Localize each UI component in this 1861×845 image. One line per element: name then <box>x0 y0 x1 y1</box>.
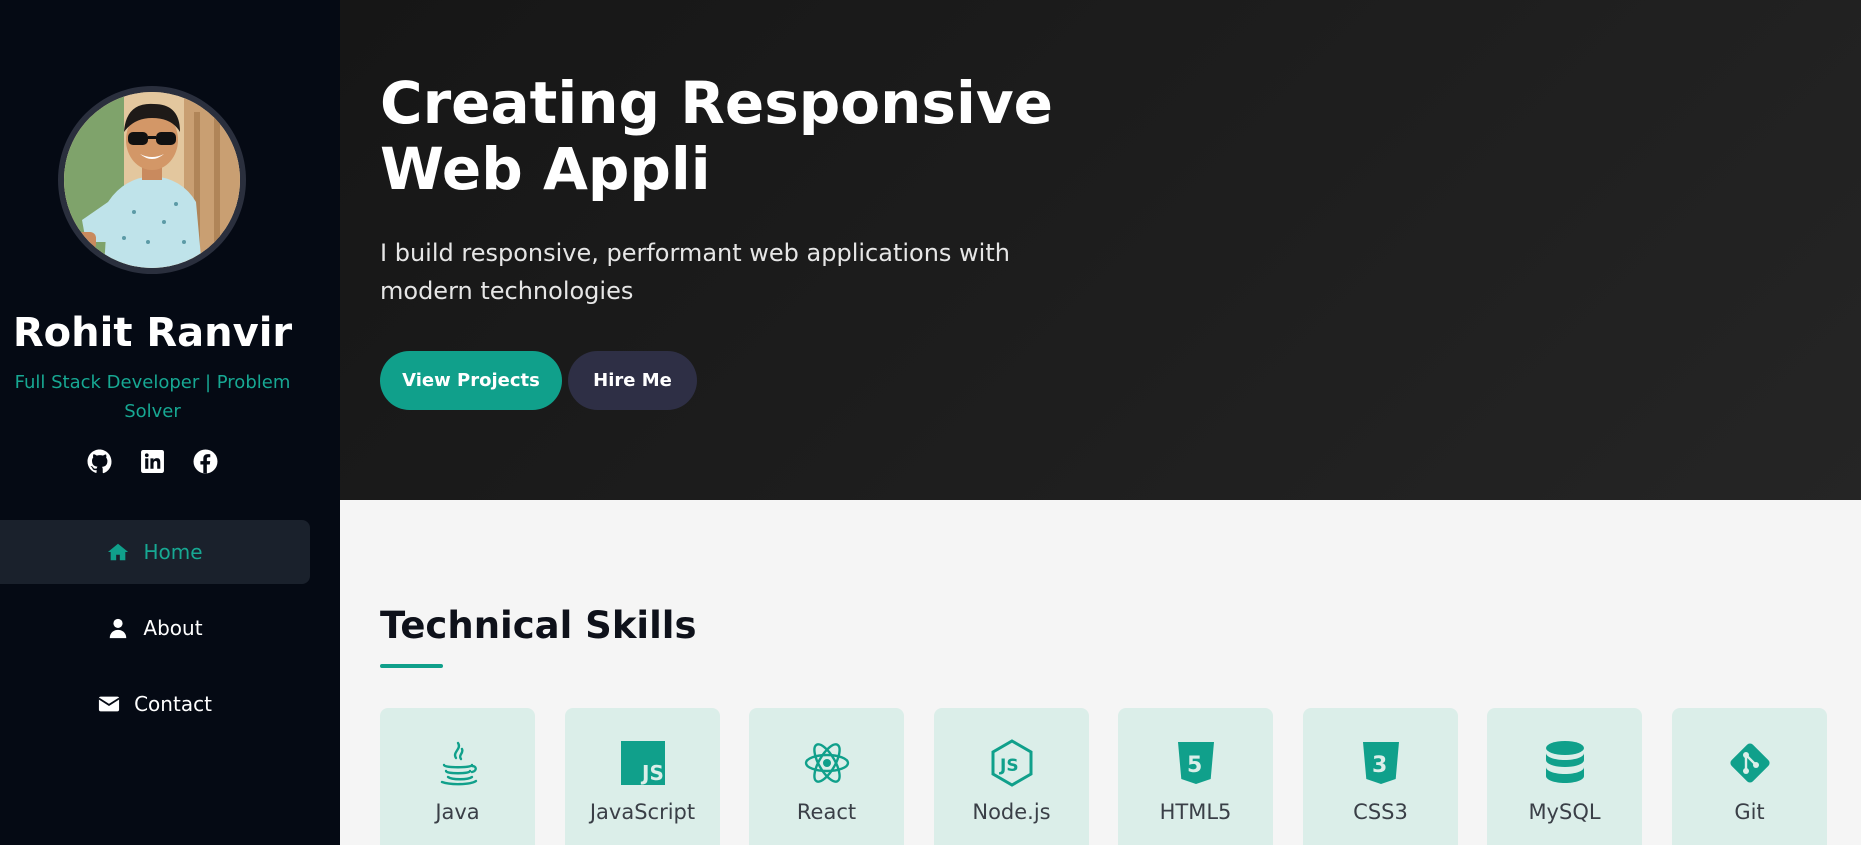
java-icon <box>433 738 483 788</box>
svg-text:3: 3 <box>1372 753 1387 778</box>
svg-text:JS: JS <box>640 761 664 785</box>
skill-label: JavaScript <box>589 800 696 824</box>
nav-item-label: About <box>143 616 203 640</box>
skill-card-nodejs: JS Node.js <box>934 708 1089 845</box>
profile-photo <box>64 92 240 268</box>
skill-card-react: React <box>749 708 904 845</box>
svg-text:JS: JS <box>999 756 1019 776</box>
hero-subtitle: I build responsive, performant web appli… <box>380 239 1010 305</box>
database-icon <box>1540 738 1590 788</box>
sidebar: Rohit Ranvir Full Stack Developer | Prob… <box>0 0 340 845</box>
profile-name: Rohit Ranvir <box>12 310 293 356</box>
profile-role: Full Stack Developer | Problem Solver <box>14 372 291 422</box>
skill-label: HTML5 <box>1159 800 1232 824</box>
skill-label: CSS3 <box>1353 800 1408 824</box>
skill-label: MySQL <box>1528 800 1601 824</box>
avatar <box>58 86 246 274</box>
envelope-icon <box>98 696 120 712</box>
skill-card-mysql: MySQL <box>1487 708 1642 845</box>
github-icon[interactable] <box>86 448 113 475</box>
javascript-icon: JS <box>618 738 668 788</box>
nav-item-about[interactable]: About <box>0 596 310 660</box>
hero-section: Creating Responsive Web Appli I build re… <box>340 0 1861 500</box>
skill-label: Java <box>435 800 480 824</box>
html5-icon: 5 <box>1171 738 1221 788</box>
social-links <box>0 448 305 475</box>
profile-illustration <box>64 92 240 268</box>
facebook-icon[interactable] <box>192 448 219 475</box>
title-underline <box>380 664 443 668</box>
react-icon <box>802 738 852 788</box>
nav-item-home[interactable]: Home <box>0 520 310 584</box>
skill-label: React <box>796 800 857 824</box>
nav-item-contact[interactable]: Contact <box>0 672 310 736</box>
skill-card-css3: 3 CSS3 <box>1303 708 1458 845</box>
svg-text:5: 5 <box>1187 753 1202 778</box>
skills-title: Technical Skills <box>380 604 697 647</box>
nodejs-icon: JS <box>987 738 1037 788</box>
git-icon <box>1725 738 1775 788</box>
nav-item-label: Contact <box>134 692 212 716</box>
skill-card-javascript: JS JavaScript <box>565 708 720 845</box>
skill-label: Node.js <box>972 800 1051 824</box>
skill-label: Git <box>1734 800 1765 824</box>
linkedin-icon[interactable] <box>139 448 166 475</box>
css3-icon: 3 <box>1356 738 1406 788</box>
skill-card-git: Git <box>1672 708 1827 845</box>
hero-title: Creating Responsive Web Appli <box>380 69 1053 203</box>
skill-card-html5: 5 HTML5 <box>1118 708 1273 845</box>
hire-me-button[interactable]: Hire Me <box>568 351 697 410</box>
view-projects-button[interactable]: View Projects <box>380 351 562 410</box>
home-icon <box>108 543 129 561</box>
skill-card-java: Java <box>380 708 535 845</box>
nav-item-label: Home <box>143 540 203 564</box>
user-icon <box>110 618 127 639</box>
